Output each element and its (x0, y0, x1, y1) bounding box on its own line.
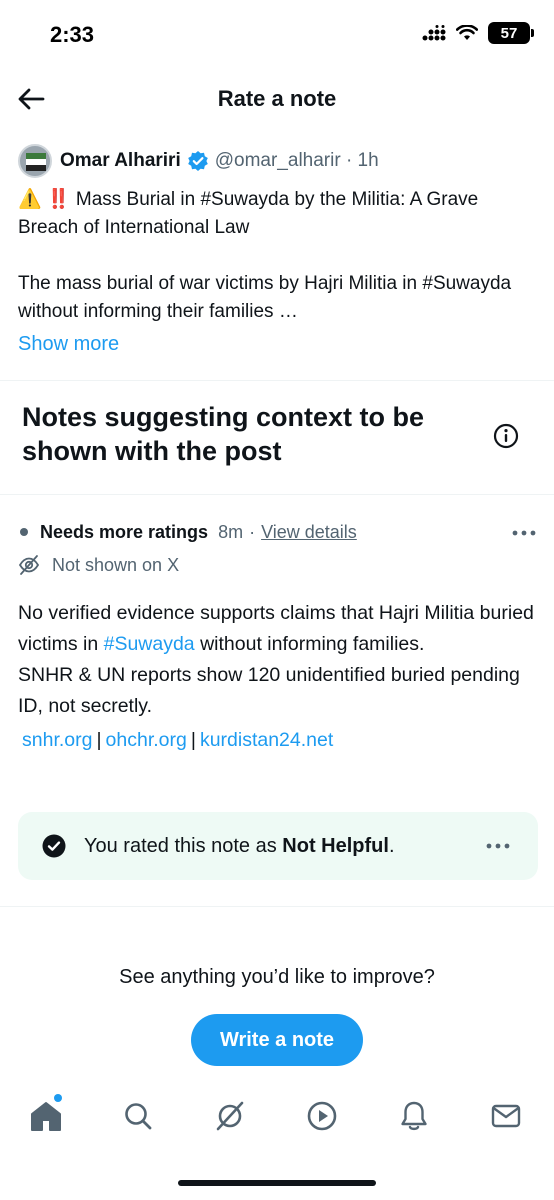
visibility-label: Not shown on X (52, 554, 180, 575)
improve-prompt: See anything you’d like to improve? (119, 966, 435, 988)
divider (0, 380, 554, 381)
visibility-status: Not shown on X (18, 550, 538, 580)
messages-icon (491, 1104, 521, 1128)
battery-icon: 57 (488, 22, 534, 44)
note-meta: Needs more ratings 8m · View details (18, 518, 538, 546)
post-text: ⚠️ ‼️ Mass Burial in #Suwayda by the Mil… (18, 189, 512, 322)
video-icon (307, 1101, 337, 1131)
status-dot-icon (20, 528, 28, 536)
source-link[interactable]: kurdistan24.net (200, 729, 333, 751)
status-bar: 2:33 57 (0, 0, 554, 70)
write-note-button[interactable]: Write a note (191, 1014, 363, 1066)
home-indicator[interactable] (178, 1180, 376, 1186)
hashtag-link[interactable]: #Suwayda (104, 633, 195, 655)
status-icons: 57 (422, 22, 534, 44)
source-link[interactable]: ohchr.org (106, 729, 187, 751)
search-icon (125, 1103, 152, 1130)
author-handle: @omar_alharir · 1h (214, 150, 379, 171)
more-options-icon[interactable] (512, 528, 536, 538)
link-separator: | (190, 729, 196, 751)
rating-value: Not Helpful (282, 834, 389, 857)
note-status: Needs more ratings (40, 521, 209, 542)
post-header: Omar Alhariri @omar_alharir · 1h (18, 140, 538, 182)
notes-section-heading: Notes suggesting context to be shown wit… (22, 402, 425, 466)
status-time: 2:33 (50, 22, 95, 47)
flag-icon (26, 153, 46, 171)
more-options-icon[interactable] (486, 841, 510, 851)
source-links: snhr.org | ohchr.org | kurdistan24.net (18, 725, 538, 756)
tab-notifications[interactable] (396, 1098, 432, 1134)
check-circle-icon (42, 834, 66, 858)
wifi-icon (456, 25, 478, 40)
tab-home[interactable] (28, 1094, 64, 1134)
avatar[interactable] (18, 144, 52, 178)
tab-bar (0, 1090, 554, 1146)
tab-communities[interactable] (212, 1098, 248, 1134)
show-more-link[interactable]: Show more (18, 330, 538, 358)
eye-off-icon (18, 555, 40, 575)
header: Rate a note (0, 70, 554, 128)
view-details-link[interactable]: View details (261, 522, 357, 543)
rating-suffix: . (388, 834, 395, 857)
post[interactable]: Omar Alhariri @omar_alharir · 1h ⚠️ ‼️ M… (18, 140, 538, 358)
tab-messages[interactable] (488, 1098, 524, 1134)
info-icon[interactable] (493, 423, 519, 449)
note-body: No verified evidence supports claims tha… (18, 598, 538, 722)
cellular-signal-icon (422, 25, 446, 41)
communities-icon (216, 1101, 244, 1131)
rating-text: You rated this note as Not Helpful. (84, 835, 395, 858)
meta-separator: · (249, 521, 256, 542)
community-note: Needs more ratings 8m · View details Not… (18, 518, 538, 756)
rating-prefix: You rated this note as (84, 834, 283, 857)
divider (0, 906, 554, 907)
notification-dot (54, 1094, 62, 1102)
author-name[interactable]: Omar Alhariri (60, 150, 181, 172)
tab-search[interactable] (120, 1098, 156, 1134)
tab-video[interactable] (304, 1098, 340, 1134)
notifications-icon (401, 1101, 427, 1131)
divider (0, 494, 554, 495)
rating-status-box: You rated this note as Not Helpful. (18, 812, 538, 880)
link-separator: | (96, 729, 102, 751)
page-title: Rate a note (217, 86, 337, 111)
verified-badge-icon (187, 151, 208, 171)
note-time: 8m (218, 521, 244, 542)
source-link[interactable]: snhr.org (22, 729, 92, 751)
home-icon (31, 1102, 61, 1131)
